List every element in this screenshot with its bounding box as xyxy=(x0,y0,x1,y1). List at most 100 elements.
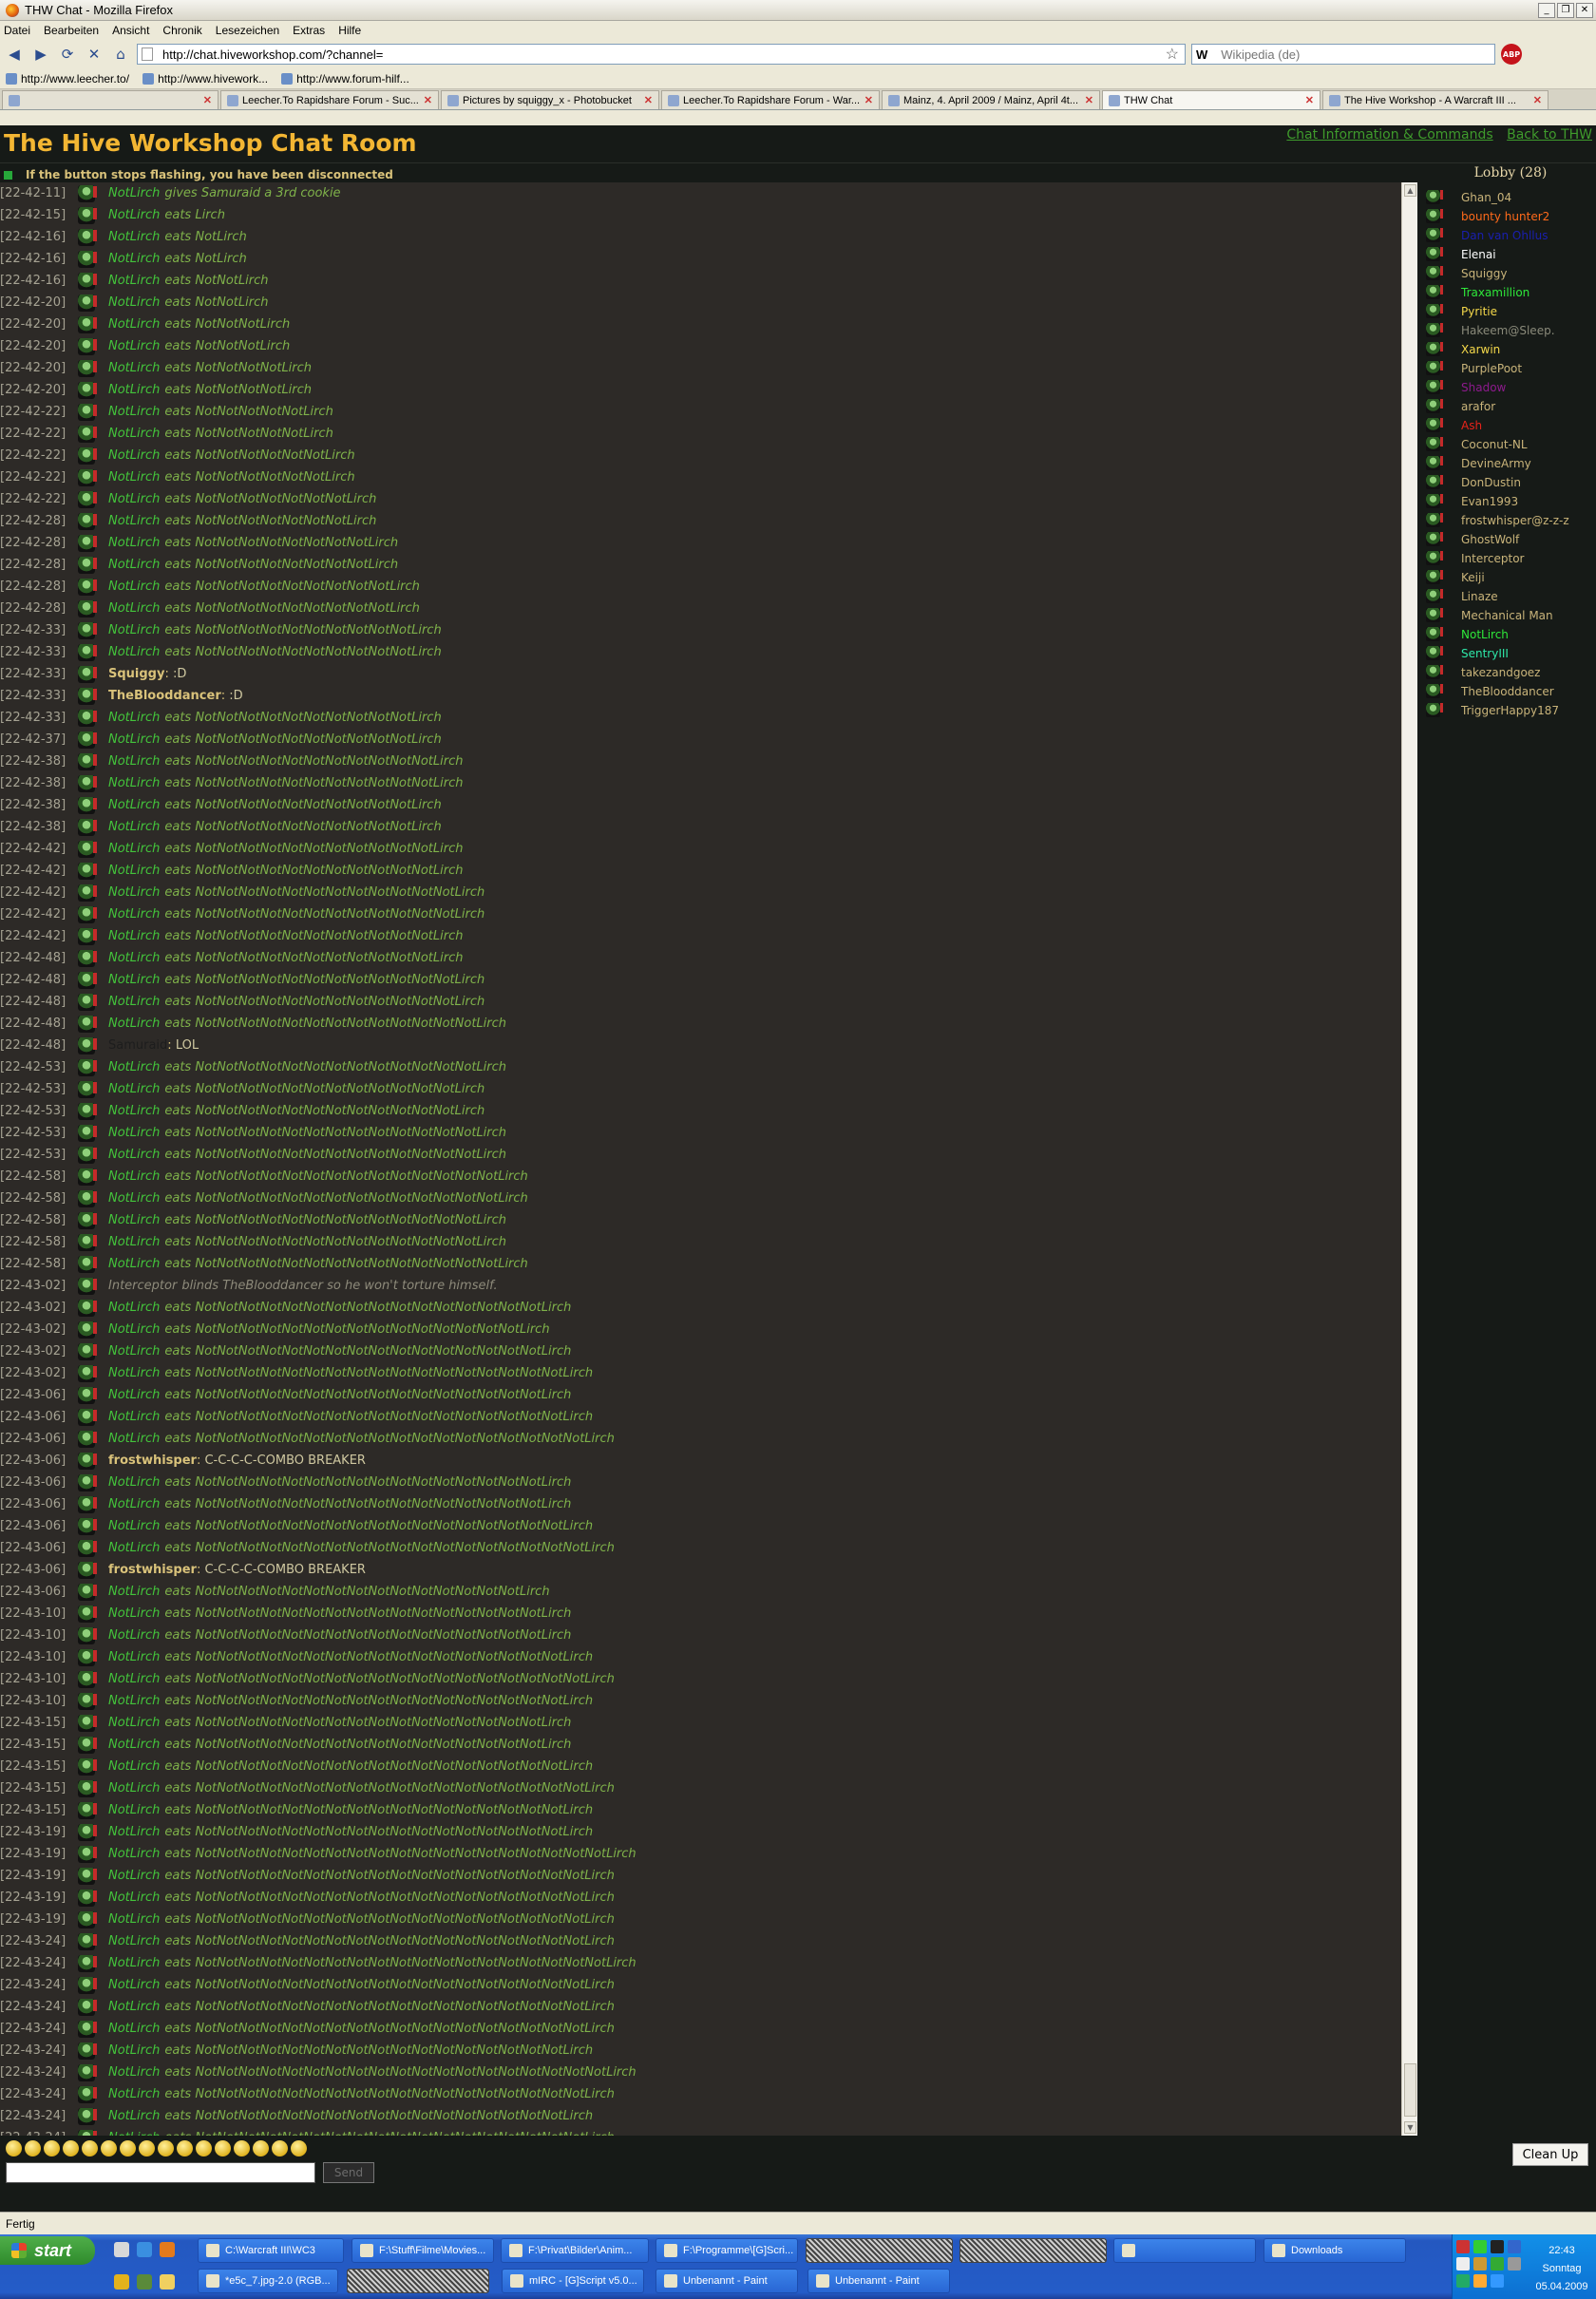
user-name[interactable]: Shadow xyxy=(1461,381,1506,394)
user-list-item[interactable]: Interceptor xyxy=(1425,549,1596,568)
user-list-item[interactable]: Evan1993 xyxy=(1425,492,1596,511)
menu-datei[interactable]: Datei xyxy=(4,24,30,37)
menu-hilfe[interactable]: Hilfe xyxy=(338,24,361,37)
chat-message-input[interactable] xyxy=(6,2162,315,2183)
message-nick[interactable]: NotLirch xyxy=(108,1934,160,1948)
message-nick[interactable]: NotLirch xyxy=(108,580,160,594)
user-list-item[interactable]: Shadow xyxy=(1425,378,1596,397)
message-nick[interactable]: NotLirch xyxy=(108,1694,160,1708)
tab-leecher-search[interactable]: Leecher.To Rapidshare Forum - Suc... ✕ xyxy=(220,90,439,109)
start-button[interactable]: start xyxy=(0,2236,95,2265)
user-name[interactable]: Xarwin xyxy=(1461,343,1500,356)
url-bar[interactable]: http://chat.hiveworkshop.com/?channel= ☆ xyxy=(137,44,1186,65)
tab-close-icon[interactable]: ✕ xyxy=(1085,94,1093,106)
message-nick[interactable]: NotLirch xyxy=(108,2131,160,2136)
message-nick[interactable]: NotLirch xyxy=(108,1432,160,1446)
scroll-up-icon[interactable]: ▲ xyxy=(1404,184,1416,197)
message-nick[interactable]: frostwhisper xyxy=(108,1454,197,1468)
tray-icon[interactable] xyxy=(1456,2257,1470,2270)
user-name[interactable]: Linaze xyxy=(1461,590,1498,603)
tab-close-icon[interactable]: ✕ xyxy=(203,94,212,106)
user-name[interactable]: Hakeem@Sleep. xyxy=(1461,324,1555,337)
user-list-item[interactable]: TriggerHappy187 xyxy=(1425,701,1596,720)
message-nick[interactable]: NotLirch xyxy=(108,1104,160,1118)
message-nick[interactable]: NotLirch xyxy=(108,754,160,769)
tab-close-icon[interactable]: ✕ xyxy=(864,94,873,106)
back-arrow-icon[interactable]: ◀ xyxy=(4,44,25,65)
tab-blurred[interactable]: ✕ xyxy=(2,90,218,109)
message-nick[interactable]: NotLirch xyxy=(108,1213,160,1227)
send-button[interactable]: Send xyxy=(323,2162,374,2183)
message-nick[interactable]: NotLirch xyxy=(108,711,160,725)
taskbar-button[interactable] xyxy=(347,2269,489,2293)
folder-icon[interactable] xyxy=(160,2274,175,2290)
message-nick[interactable]: NotLirch xyxy=(108,448,160,463)
message-nick[interactable]: NotLirch xyxy=(108,1606,160,1621)
user-list-item[interactable]: PurplePoot xyxy=(1425,359,1596,378)
smiley-icon[interactable] xyxy=(120,2139,136,2156)
smiley-icon[interactable] xyxy=(101,2139,117,2156)
tray-icon[interactable] xyxy=(1491,2240,1504,2253)
smiley-icon[interactable] xyxy=(82,2139,98,2156)
user-name[interactable]: frostwhisper@z-z-z xyxy=(1461,514,1569,527)
user-name[interactable]: SentryIII xyxy=(1461,647,1509,660)
forward-arrow-icon[interactable]: ▶ xyxy=(30,44,51,65)
reload-icon[interactable]: ⟳ xyxy=(57,44,78,65)
message-nick[interactable]: NotLirch xyxy=(108,1497,160,1511)
message-nick[interactable]: NotLirch xyxy=(108,470,160,484)
smiley-icon[interactable] xyxy=(63,2139,79,2156)
message-nick[interactable]: NotLirch xyxy=(108,2022,160,2036)
message-nick[interactable]: NotLirch xyxy=(108,623,160,637)
smiley-icon[interactable] xyxy=(215,2139,231,2156)
taskbar-button[interactable]: Unbenannt - Paint xyxy=(808,2269,950,2293)
user-name[interactable]: Ash xyxy=(1461,419,1482,432)
user-name[interactable]: DonDustin xyxy=(1461,476,1521,489)
message-nick[interactable]: NotLirch xyxy=(108,1759,160,1774)
tray-icon[interactable] xyxy=(1473,2240,1487,2253)
tray-icon[interactable] xyxy=(1456,2274,1470,2288)
message-nick[interactable]: NotLirch xyxy=(108,1257,160,1271)
message-nick[interactable]: NotLirch xyxy=(108,1191,160,1206)
message-nick[interactable]: TheBlooddancer xyxy=(108,689,221,703)
user-name[interactable]: Squiggy xyxy=(1461,267,1508,280)
message-nick[interactable]: NotLirch xyxy=(108,1322,160,1337)
message-nick[interactable]: NotLirch xyxy=(108,1541,160,1555)
menu-lesezeichen[interactable]: Lesezeichen xyxy=(216,24,279,37)
message-nick[interactable]: NotLirch xyxy=(108,1672,160,1686)
tab-photobucket[interactable]: Pictures by squiggy_x - Photobucket ✕ xyxy=(441,90,659,109)
close-button[interactable]: ✕ xyxy=(1576,2,1593,18)
message-nick[interactable]: NotLirch xyxy=(108,1825,160,1839)
smiley-icon[interactable] xyxy=(6,2139,22,2156)
user-list-item[interactable]: Elenai xyxy=(1425,245,1596,264)
desktop-icon[interactable] xyxy=(114,2242,129,2257)
message-nick[interactable]: NotLirch xyxy=(108,1475,160,1490)
clock[interactable]: 22:43 Sonntag 05.04.2009 xyxy=(1529,2242,1595,2296)
tray-icon[interactable] xyxy=(1473,2274,1487,2288)
message-nick[interactable]: NotLirch xyxy=(108,208,160,222)
message-nick[interactable]: NotLirch xyxy=(108,1388,160,1402)
message-nick[interactable]: NotLirch xyxy=(108,995,160,1009)
tab-leecher-warez[interactable]: Leecher.To Rapidshare Forum - War... ✕ xyxy=(661,90,880,109)
user-name[interactable]: takezandgoez xyxy=(1461,666,1540,679)
stop-icon[interactable]: ✕ xyxy=(84,44,104,65)
user-name[interactable]: Coconut-NL xyxy=(1461,438,1528,451)
user-list-item[interactable]: Coconut-NL xyxy=(1425,435,1596,454)
message-nick[interactable]: NotLirch xyxy=(108,973,160,987)
user-name[interactable]: Pyritie xyxy=(1461,305,1497,318)
message-nick[interactable]: NotLirch xyxy=(108,405,160,419)
message-nick[interactable]: NotLirch xyxy=(108,1803,160,1817)
message-nick[interactable]: frostwhisper xyxy=(108,1563,197,1577)
taskbar-button[interactable]: Unbenannt - Paint xyxy=(656,2269,798,2293)
tab-mainz[interactable]: Mainz, 4. April 2009 / Mainz, April 4t..… xyxy=(882,90,1100,109)
message-nick[interactable]: NotLirch xyxy=(108,820,160,834)
bookmark-hivework[interactable]: http://www.hivework... xyxy=(142,72,268,86)
smiley-icon[interactable] xyxy=(139,2139,155,2156)
taskbar-button[interactable]: *e5c_7.jpg-2.0 (RGB... xyxy=(198,2269,338,2293)
firefox-quick-icon[interactable] xyxy=(160,2242,175,2257)
user-list-item[interactable]: Pyritie xyxy=(1425,302,1596,321)
wikipedia-icon[interactable]: W xyxy=(1196,48,1207,62)
bluetooth-icon[interactable] xyxy=(1491,2274,1504,2288)
scroll-down-icon[interactable]: ▼ xyxy=(1404,2121,1416,2134)
tray-icon[interactable] xyxy=(1473,2257,1487,2270)
menu-ansicht[interactable]: Ansicht xyxy=(112,24,149,37)
